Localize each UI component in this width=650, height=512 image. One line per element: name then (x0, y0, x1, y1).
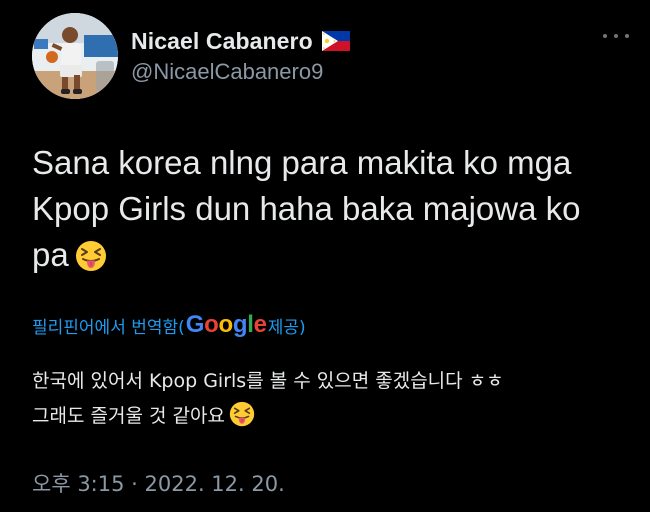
translated-by-google-link[interactable]: 필리핀어에서 번역함( Google 제공) (32, 311, 306, 339)
translated-text: 한국에 있어서 Kpop Girls를 볼 수 있으면 좋겠습니다 ㅎㅎ 그래도… (32, 364, 622, 439)
tweet-text-line: Sana korea nlng para makita ko mga (32, 144, 572, 181)
translated-text-line: 한국에 있어서 Kpop Girls를 볼 수 있으면 좋겠습니다 ㅎㅎ (32, 370, 504, 392)
translated-text-line-last: 그래도 즐거울 것 같아요 (32, 399, 622, 439)
tweet-text-line-last: pa (32, 232, 622, 284)
user-handle[interactable]: @NicaelCabanero9 (131, 59, 350, 85)
squinting-face-with-tongue-icon (229, 401, 255, 439)
tweet-timestamp[interactable]: 오후 3:15 · 2022. 12. 20. (32, 468, 285, 498)
tweet-text-end: pa (32, 236, 69, 273)
squinting-face-with-tongue-icon (75, 238, 107, 284)
more-dot (603, 34, 607, 38)
tweet-text-line: Kpop Girls dun haha baka majowa ko (32, 190, 581, 227)
user-names: Nicael Cabanero @NicaelCabanero9 (131, 27, 350, 85)
tweet-card: Nicael Cabanero @NicaelCabanero9 Sana ko… (0, 0, 650, 512)
tweet-header: Nicael Cabanero @NicaelCabanero9 (32, 13, 629, 101)
translated-text-end: 그래도 즐거울 것 같아요 (32, 405, 225, 427)
more-dot (614, 34, 618, 38)
philippines-flag-icon (321, 31, 350, 51)
more-options-icon[interactable] (603, 31, 629, 41)
translate-label-suffix: 제공) (267, 317, 306, 338)
tweet-text: Sana korea nlng para makita ko mga Kpop … (32, 140, 622, 284)
more-dot (625, 34, 629, 38)
google-logo: Google (185, 311, 267, 338)
display-name-row: Nicael Cabanero (131, 27, 350, 55)
avatar[interactable] (32, 13, 118, 99)
translate-label-prefix: 필리핀어에서 번역함( (32, 317, 185, 338)
display-name[interactable]: Nicael Cabanero (131, 28, 313, 55)
